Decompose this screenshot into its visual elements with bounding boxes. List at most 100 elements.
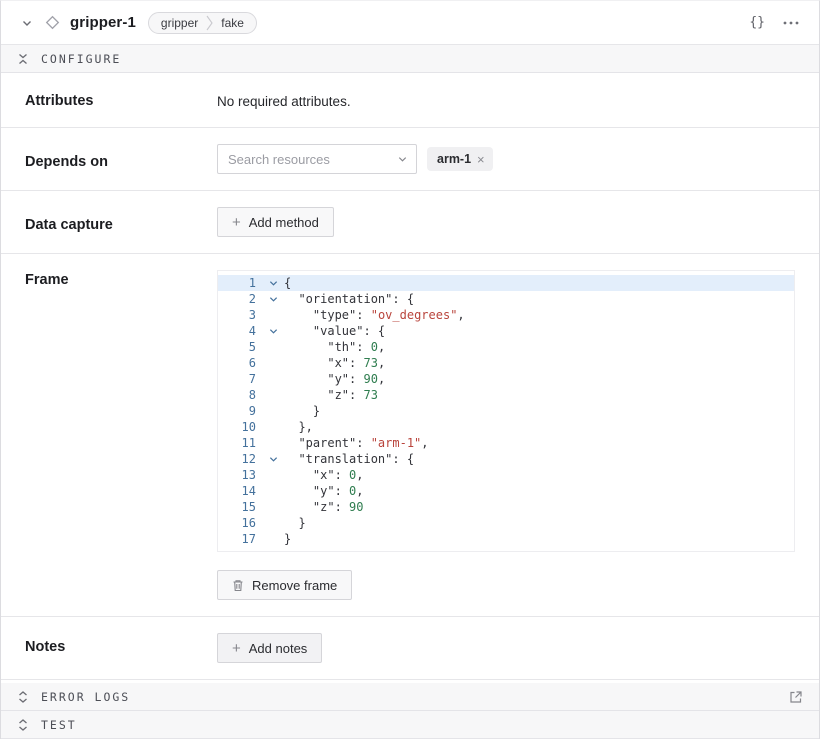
code-text: "x": 73, xyxy=(284,355,385,371)
fold-gutter xyxy=(262,403,284,419)
editor-line: 3 "type": "ov_degrees", xyxy=(218,307,794,323)
line-number: 4 xyxy=(218,323,262,339)
code-text: { xyxy=(284,275,291,291)
editor-line: 4 "value": { xyxy=(218,323,794,339)
expand-section-icon xyxy=(17,691,29,703)
attributes-label: Attributes xyxy=(25,91,217,109)
editor-line: 5 "th": 0, xyxy=(218,339,794,355)
dependency-chip-label: arm-1 xyxy=(437,152,471,166)
code-text: "y": 90, xyxy=(284,371,385,387)
add-method-label: Add method xyxy=(249,215,319,230)
remove-frame-label: Remove frame xyxy=(252,578,337,593)
code-text: "value": { xyxy=(284,323,385,339)
line-number: 11 xyxy=(218,435,262,451)
notes-row: Notes + Add notes xyxy=(1,617,819,680)
attributes-row: Attributes No required attributes. xyxy=(1,73,819,128)
component-card: gripper-1 gripper fake {} CONFIGURE Attri… xyxy=(0,0,820,739)
line-number: 16 xyxy=(218,515,262,531)
line-number: 2 xyxy=(218,291,262,307)
frame-label: Frame xyxy=(25,270,217,600)
line-number: 5 xyxy=(218,339,262,355)
add-notes-label: Add notes xyxy=(249,641,308,656)
line-number: 12 xyxy=(218,451,262,467)
resource-badges: gripper fake xyxy=(148,12,257,34)
line-number: 10 xyxy=(218,419,262,435)
editor-line: 14 "y": 0, xyxy=(218,483,794,499)
editor-line: 2 "orientation": { xyxy=(218,291,794,307)
code-text: } xyxy=(284,403,320,419)
code-text: }, xyxy=(284,419,313,435)
fold-chevron-icon[interactable] xyxy=(262,451,284,467)
collapse-chevron-icon[interactable] xyxy=(17,13,37,33)
section-error-logs-bar[interactable]: ERROR LOGS xyxy=(1,683,819,711)
fold-chevron-icon[interactable] xyxy=(262,291,284,307)
fold-gutter xyxy=(262,387,284,403)
collapse-section-icon xyxy=(17,53,29,65)
editor-line: 15 "z": 90 xyxy=(218,499,794,515)
code-text: "x": 0, xyxy=(284,467,364,483)
data-capture-label: Data capture xyxy=(25,211,217,233)
editor-line: 16 } xyxy=(218,515,794,531)
line-number: 14 xyxy=(218,483,262,499)
editor-line: 9 } xyxy=(218,403,794,419)
code-text: "th": 0, xyxy=(284,339,385,355)
fold-gutter xyxy=(262,515,284,531)
line-number: 1 xyxy=(218,275,262,291)
notes-label: Notes xyxy=(25,633,217,663)
open-logs-external-icon[interactable] xyxy=(789,690,803,704)
code-text: "y": 0, xyxy=(284,483,364,499)
line-number: 17 xyxy=(218,531,262,547)
trash-icon xyxy=(232,579,244,592)
remove-frame-button[interactable]: Remove frame xyxy=(217,570,352,600)
fold-gutter xyxy=(262,307,284,323)
section-configure-bar[interactable]: CONFIGURE xyxy=(1,45,819,73)
add-method-button[interactable]: + Add method xyxy=(217,207,334,237)
editor-line: 10 }, xyxy=(218,419,794,435)
editor-line: 11 "parent": "arm-1", xyxy=(218,435,794,451)
resource-badge: fake xyxy=(219,13,246,33)
editor-line: 17} xyxy=(218,531,794,547)
add-notes-button[interactable]: + Add notes xyxy=(217,633,322,663)
component-header: gripper-1 gripper fake {} xyxy=(1,1,819,45)
fold-gutter xyxy=(262,467,284,483)
json-mode-toggle-icon[interactable]: {} xyxy=(749,15,765,30)
fold-gutter xyxy=(262,355,284,371)
fold-chevron-icon[interactable] xyxy=(262,323,284,339)
overflow-menu-icon[interactable] xyxy=(783,21,799,25)
editor-line: 12 "translation": { xyxy=(218,451,794,467)
depends-search-input[interactable] xyxy=(217,144,417,174)
fold-chevron-icon[interactable] xyxy=(262,275,284,291)
line-number: 15 xyxy=(218,499,262,515)
frame-json-editor[interactable]: 1 {2 "orientation": {3 "type": "ov_degree… xyxy=(217,270,795,552)
line-number: 13 xyxy=(218,467,262,483)
depends-on-row: Depends on arm-1 × xyxy=(1,128,819,191)
code-text: } xyxy=(284,531,291,547)
component-name: gripper-1 xyxy=(70,14,136,31)
code-text: "orientation": { xyxy=(284,291,414,307)
collapsed-sections: ERROR LOGS TEST xyxy=(1,683,819,739)
expand-section-icon xyxy=(17,719,29,731)
plus-icon: + xyxy=(232,215,241,230)
code-text: "type": "ov_degrees", xyxy=(284,307,465,323)
depends-on-label: Depends on xyxy=(25,148,217,170)
section-test-bar[interactable]: TEST xyxy=(1,711,819,739)
fold-gutter xyxy=(262,371,284,387)
fold-gutter xyxy=(262,499,284,515)
section-configure-label: CONFIGURE xyxy=(41,52,121,66)
remove-dependency-icon[interactable]: × xyxy=(477,153,485,166)
line-number: 9 xyxy=(218,403,262,419)
frame-row: Frame 1 {2 "orientation": {3 "type": "ov_… xyxy=(1,254,819,617)
code-text: } xyxy=(284,515,306,531)
line-number: 7 xyxy=(218,371,262,387)
fold-gutter xyxy=(262,483,284,499)
editor-line: 13 "x": 0, xyxy=(218,467,794,483)
editor-line: 6 "x": 73, xyxy=(218,355,794,371)
data-capture-row: Data capture + Add method xyxy=(1,191,819,254)
plus-icon: + xyxy=(232,641,241,656)
fold-gutter xyxy=(262,435,284,451)
fold-gutter xyxy=(262,419,284,435)
resource-badge: gripper xyxy=(159,13,200,33)
attributes-value: No required attributes. xyxy=(217,91,795,109)
code-text: "z": 90 xyxy=(284,499,364,515)
fold-gutter xyxy=(262,531,284,547)
